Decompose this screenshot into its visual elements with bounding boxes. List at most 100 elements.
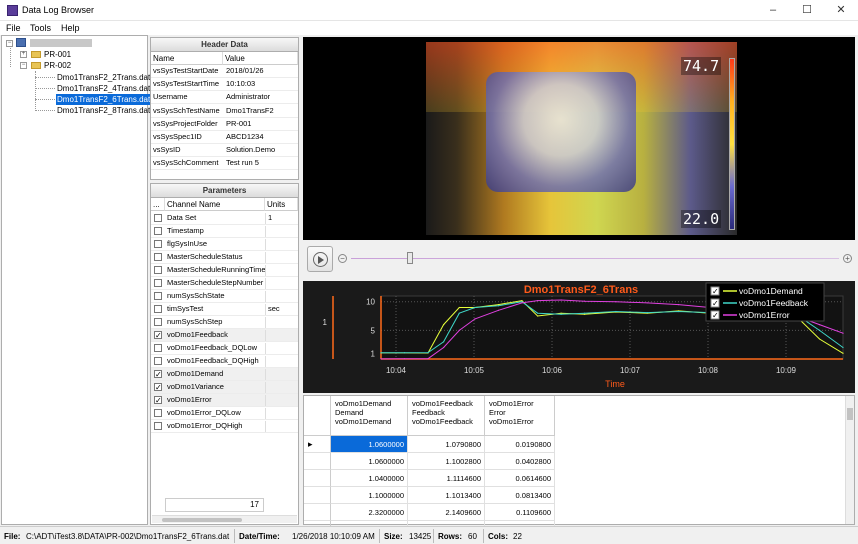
parameter-checkbox[interactable] bbox=[154, 214, 162, 222]
tree-node-pr001[interactable]: PR-001 bbox=[44, 49, 71, 60]
zoom-out-icon[interactable]: − bbox=[338, 254, 347, 263]
parameter-row[interactable]: Timestamp bbox=[151, 225, 298, 238]
header-data-row[interactable]: vsSysSchTestName Dmo1TransF2 bbox=[151, 105, 298, 118]
parameter-checkbox[interactable] bbox=[154, 357, 162, 365]
parameter-checkbox[interactable] bbox=[154, 266, 162, 274]
parameter-checkbox[interactable]: ✓ bbox=[154, 396, 162, 405]
header-data-row[interactable]: vsSysSpec1ID ABCD1234 bbox=[151, 131, 298, 144]
header-data-row[interactable]: vsSysProjectFolder PR-001 bbox=[151, 118, 298, 131]
minimize-button[interactable]: – bbox=[756, 0, 790, 21]
parameter-row[interactable]: ✓ voDmo1Variance bbox=[151, 381, 298, 394]
expand-toggle-pr001[interactable]: + bbox=[20, 51, 27, 58]
header-data-row[interactable]: vsSysSchComment Test run 5 bbox=[151, 157, 298, 171]
temperature-min-label: 22.0 bbox=[681, 210, 722, 228]
parameter-row[interactable]: Data Set 1 bbox=[151, 212, 298, 225]
parameter-checkbox[interactable] bbox=[154, 422, 162, 430]
row-header[interactable] bbox=[304, 470, 331, 487]
grid-cell[interactable]: 0.1109600 bbox=[485, 504, 555, 521]
header-data-row[interactable]: vsSysID Solution.Demo bbox=[151, 144, 298, 158]
row-header[interactable]: ▸ bbox=[304, 436, 331, 453]
parameter-row[interactable]: MasterScheduleStatus bbox=[151, 251, 298, 264]
scroll-thumb[interactable] bbox=[162, 518, 242, 522]
grid-cell[interactable]: 0.0190800 bbox=[485, 436, 555, 453]
tree-node-pr002[interactable]: PR-002 bbox=[44, 60, 71, 71]
column-header-select[interactable]: ... bbox=[151, 198, 165, 211]
close-button[interactable]: ✕ bbox=[824, 0, 858, 21]
tree-file-item[interactable]: Dmo1TransF2_4Trans.dat bbox=[57, 83, 150, 94]
grid-cell[interactable]: 1.0600000 bbox=[331, 453, 408, 470]
header-data-row[interactable]: vsSysTestStartTime 10:10:03 bbox=[151, 78, 298, 92]
grid-column-header[interactable]: voDmo1Demand Demand voDmo1Demand bbox=[331, 396, 408, 436]
video-seek-track[interactable] bbox=[351, 258, 839, 259]
grid-cell[interactable]: 2.3200000 bbox=[331, 504, 408, 521]
maximize-button[interactable]: ☐ bbox=[790, 0, 824, 21]
tree-file-item-selected[interactable]: Dmo1TransF2_6Trans.dat bbox=[56, 94, 152, 105]
menu-help[interactable]: Help bbox=[61, 23, 80, 33]
parameter-checkbox[interactable] bbox=[154, 279, 162, 287]
parameter-checkbox[interactable]: ✓ bbox=[154, 370, 162, 379]
file-tree[interactable]: − + PR-001 − PR-002 Dmo1TransF2_2Trans.d… bbox=[1, 35, 152, 525]
parameter-row[interactable]: voDmo1Error_DQHigh bbox=[151, 420, 298, 433]
parameter-name: MasterScheduleStatus bbox=[167, 252, 243, 261]
column-header-channel-name[interactable]: Channel Name bbox=[165, 198, 265, 211]
column-header-units[interactable]: Units bbox=[265, 198, 298, 211]
parameter-checkbox[interactable] bbox=[154, 240, 162, 248]
video-seek-thumb[interactable] bbox=[406, 252, 413, 264]
parameter-row[interactable]: timSysTest sec bbox=[151, 303, 298, 316]
tree-file-item[interactable]: Dmo1TransF2_2Trans.dat bbox=[57, 72, 150, 83]
grid-cell[interactable]: 2.1409600 bbox=[408, 504, 485, 521]
parameter-checkbox[interactable] bbox=[154, 318, 162, 326]
vertical-scrollbar[interactable] bbox=[845, 396, 854, 524]
row-header[interactable] bbox=[304, 504, 331, 521]
parameter-row[interactable]: numSysSchStep bbox=[151, 316, 298, 329]
collapse-toggle[interactable]: − bbox=[6, 40, 13, 47]
parameter-row[interactable]: ✓ voDmo1Demand bbox=[151, 368, 298, 381]
parameter-checkbox[interactable] bbox=[154, 292, 162, 300]
parameter-row[interactable]: ✓ voDmo1Feedback bbox=[151, 329, 298, 342]
grid-cell[interactable]: 1.0600000 bbox=[331, 436, 408, 453]
parameter-row[interactable]: MasterScheduleRunningTime bbox=[151, 264, 298, 277]
parameter-checkbox[interactable] bbox=[154, 227, 162, 235]
grid-column-header[interactable]: voDmo1Feedback Feedback voDmo1Feedback bbox=[408, 396, 485, 436]
header-data-value: 10:10:03 bbox=[226, 79, 256, 89]
parameter-row[interactable]: voDmo1Feedback_DQLow bbox=[151, 342, 298, 355]
parameter-checkbox[interactable] bbox=[154, 344, 162, 352]
grid-cell[interactable]: 0.0813400 bbox=[485, 487, 555, 504]
header-data-row[interactable]: Username Administrator bbox=[151, 91, 298, 105]
grid-cell[interactable]: 1.1114600 bbox=[408, 470, 485, 487]
grid-cell[interactable]: 0.0402800 bbox=[485, 453, 555, 470]
header-data-row[interactable]: vsSysTestStartDate 2018/01/26 bbox=[151, 65, 298, 78]
parameter-row[interactable]: voDmo1Feedback_DQHigh bbox=[151, 355, 298, 368]
parameter-checkbox[interactable]: ✓ bbox=[154, 331, 162, 340]
line-chart[interactable]: 10:04 10:05 10:06 10:07 10:08 10:09 10 5 1 1 Dmo1T… bbox=[303, 281, 855, 393]
scroll-thumb[interactable] bbox=[847, 408, 853, 420]
grid-cell[interactable]: 0.0614600 bbox=[485, 470, 555, 487]
column-header-name[interactable]: Name bbox=[151, 52, 223, 65]
data-grid[interactable]: voDmo1Demand Demand voDmo1Demand voDmo1Feed… bbox=[303, 395, 855, 538]
grid-cell[interactable]: 1.1013400 bbox=[408, 487, 485, 504]
tree-file-item[interactable]: Dmo1TransF2_8Trans.dat bbox=[57, 105, 150, 116]
parameter-row[interactable]: MasterScheduleStepNumber bbox=[151, 277, 298, 290]
parameter-checkbox[interactable]: ✓ bbox=[154, 383, 162, 392]
parameter-row[interactable]: flgSysInUse bbox=[151, 238, 298, 251]
grid-column-header[interactable]: voDmo1Error Error voDmo1Error bbox=[485, 396, 555, 436]
parameter-checkbox[interactable] bbox=[154, 409, 162, 417]
grid-cell[interactable]: 1.0790800 bbox=[408, 436, 485, 453]
menu-tools[interactable]: Tools bbox=[30, 23, 51, 33]
grid-cell[interactable]: 1.1000000 bbox=[331, 487, 408, 504]
grid-cell[interactable]: 1.1002800 bbox=[408, 453, 485, 470]
parameter-row[interactable]: numSysSchState bbox=[151, 290, 298, 303]
parameter-checkbox[interactable] bbox=[154, 253, 162, 261]
parameter-checkbox[interactable] bbox=[154, 305, 162, 313]
parameter-row[interactable]: ✓ voDmo1Error bbox=[151, 394, 298, 407]
play-button[interactable] bbox=[307, 246, 333, 272]
zoom-in-icon[interactable]: + bbox=[843, 254, 852, 263]
parameter-row[interactable]: voDmo1Error_DQLow bbox=[151, 407, 298, 420]
grid-cell[interactable]: 1.0400000 bbox=[331, 470, 408, 487]
horizontal-scrollbar[interactable] bbox=[152, 515, 297, 523]
menu-file[interactable]: File bbox=[6, 23, 21, 33]
row-header[interactable] bbox=[304, 487, 331, 504]
row-header[interactable] bbox=[304, 453, 331, 470]
column-header-value[interactable]: Value bbox=[223, 52, 298, 65]
collapse-toggle-pr002[interactable]: − bbox=[20, 62, 27, 69]
